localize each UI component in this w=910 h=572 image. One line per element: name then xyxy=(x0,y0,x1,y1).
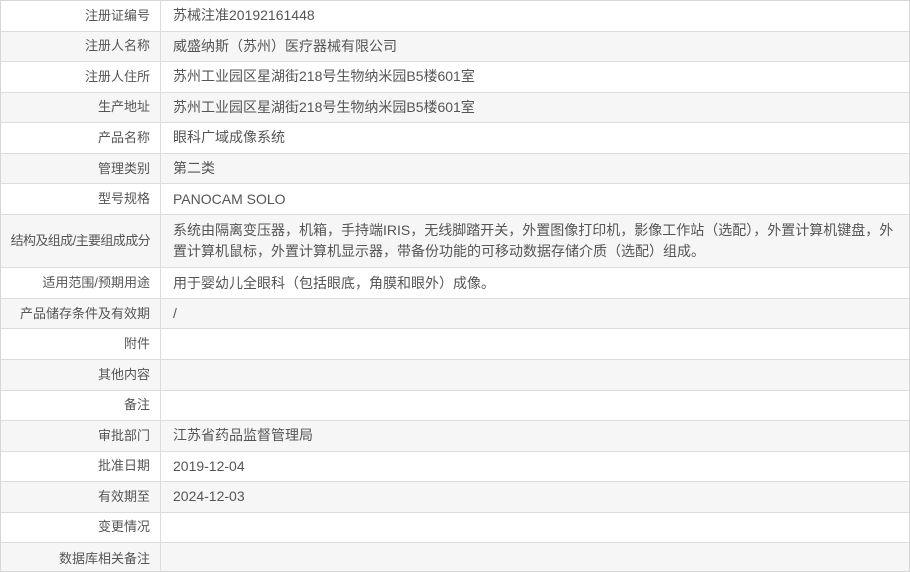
table-row: 型号规格 PANOCAM SOLO xyxy=(1,184,909,215)
table-row: 产品储存条件及有效期 / xyxy=(1,298,909,330)
field-value: 威盛纳斯（苏州）医疗器械有限公司 xyxy=(173,37,397,54)
table-row: 审批部门 江苏省药品监督管理局 xyxy=(1,421,909,452)
field-value: 眼科广域成像系统 xyxy=(173,129,285,146)
table-row: 数据库相关备注 xyxy=(1,543,909,571)
table-row: 注册人名称 威盛纳斯（苏州）医疗器械有限公司 xyxy=(1,31,909,63)
field-label: 审批部门 xyxy=(1,421,161,451)
field-label: 批准日期 xyxy=(1,451,161,482)
table-row: 生产地址 苏州工业园区星湖街218号生物纳米园B5楼601室 xyxy=(1,92,909,124)
field-label: 结构及组成/主要组成成分 xyxy=(1,214,161,268)
field-label: 有效期至 xyxy=(1,482,161,512)
registration-info-table: 注册证编号 苏械注准20192161448 注册人名称 威盛纳斯（苏州）医疗器械… xyxy=(0,0,910,572)
field-value: 江苏省药品监督管理局 xyxy=(173,427,313,444)
field-value: 苏州工业园区星湖街218号生物纳米园B5楼601室 xyxy=(173,68,475,85)
table-row: 注册证编号 苏械注准20192161448 xyxy=(1,1,909,32)
field-value: 苏械注准20192161448 xyxy=(173,7,315,24)
field-value: PANOCAM SOLO xyxy=(173,190,286,207)
table-row: 变更情况 xyxy=(1,512,909,544)
field-value: / xyxy=(173,305,177,322)
field-value xyxy=(161,543,909,571)
field-label: 附件 xyxy=(1,329,161,359)
table-row: 注册人住所 苏州工业园区星湖街218号生物纳米园B5楼601室 xyxy=(1,62,909,93)
field-value: 苏州工业园区星湖街218号生物纳米园B5楼601室 xyxy=(173,98,475,115)
field-value xyxy=(161,329,909,359)
field-value: 第二类 xyxy=(173,160,215,176)
field-label: 型号规格 xyxy=(1,184,161,214)
field-label: 注册证编号 xyxy=(1,1,161,31)
field-value: 系统由隔离变压器，机箱，手持端IRIS，无线脚踏开关，外置图像打印机，影像工作站… xyxy=(173,222,894,260)
table-row: 有效期至 2024-12-03 xyxy=(1,482,909,513)
field-label: 产品名称 xyxy=(1,123,161,153)
table-row: 产品名称 眼科广域成像系统 xyxy=(1,123,909,154)
field-value: 2019-12-04 xyxy=(173,457,245,474)
table-row: 批准日期 2019-12-04 xyxy=(1,451,909,483)
field-value: 用于婴幼儿全眼科（包括眼底，角膜和眼外）成像。 xyxy=(173,274,495,291)
field-label: 备注 xyxy=(1,390,161,421)
field-label: 其他内容 xyxy=(1,359,161,390)
table-row: 适用范围/预期用途 用于婴幼儿全眼科（包括眼底，角膜和眼外）成像。 xyxy=(1,268,909,299)
field-label: 注册人名称 xyxy=(1,31,161,62)
field-label: 生产地址 xyxy=(1,92,161,123)
field-label: 数据库相关备注 xyxy=(1,543,161,571)
table-row: 其他内容 xyxy=(1,359,909,391)
field-label: 适用范围/预期用途 xyxy=(1,268,161,298)
field-value: 2024-12-03 xyxy=(173,488,245,505)
field-label: 产品储存条件及有效期 xyxy=(1,298,161,329)
field-value xyxy=(161,513,909,543)
table-row: 备注 xyxy=(1,390,909,422)
field-label: 注册人住所 xyxy=(1,62,161,92)
table-row: 管理类别 第二类 xyxy=(1,153,909,185)
table-row: 附件 xyxy=(1,329,909,360)
field-label: 变更情况 xyxy=(1,512,161,543)
field-value xyxy=(161,391,909,421)
field-label: 管理类别 xyxy=(1,153,161,184)
table-row: 结构及组成/主要组成成分 系统由隔离变压器，机箱，手持端IRIS，无线脚踏开关，… xyxy=(1,214,909,269)
field-value xyxy=(161,360,909,390)
